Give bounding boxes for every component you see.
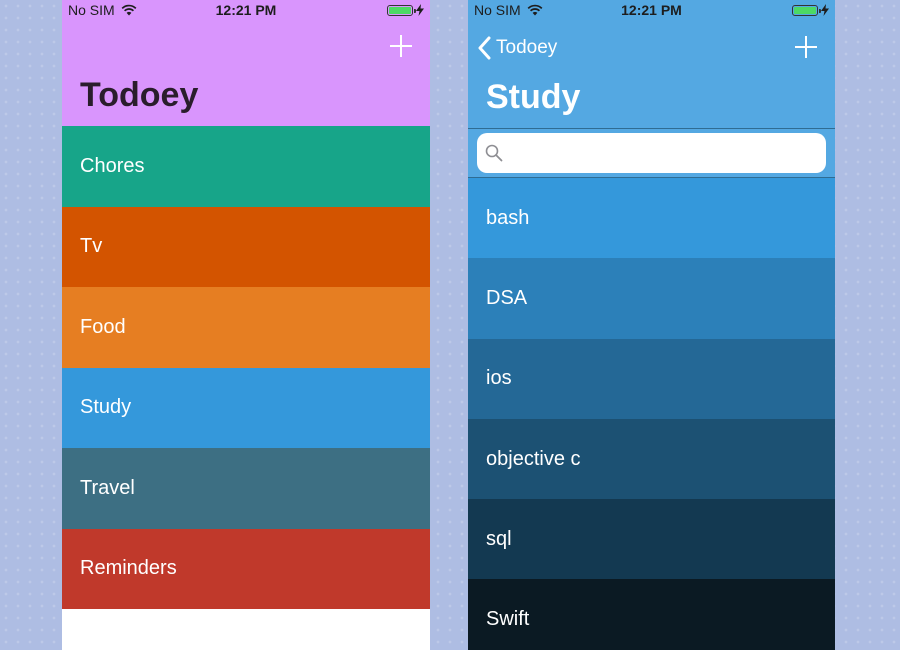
search-field[interactable] bbox=[477, 133, 826, 173]
item-label: Swift bbox=[486, 608, 530, 631]
items-screen: No SIM 12:21 PM Todoey Study bash DSA io… bbox=[468, 0, 835, 650]
battery-icon bbox=[387, 4, 416, 16]
item-row[interactable]: Swift bbox=[468, 579, 835, 650]
item-label: DSA bbox=[486, 286, 528, 309]
page-title: Study bbox=[486, 78, 581, 116]
status-time: 12:21 PM bbox=[621, 2, 682, 18]
status-bar: No SIM 12:21 PM bbox=[62, 0, 430, 22]
category-row[interactable]: Travel bbox=[62, 448, 430, 529]
item-row[interactable]: sql bbox=[468, 499, 835, 580]
category-list: Chores Tv Food Study Travel Reminders bbox=[62, 126, 430, 609]
charging-bolt-icon bbox=[416, 4, 424, 16]
item-row[interactable]: objective c bbox=[468, 418, 835, 500]
item-row[interactable]: bash bbox=[468, 178, 835, 259]
page-title: Todoey bbox=[80, 76, 199, 114]
chevron-left-icon bbox=[478, 36, 491, 60]
category-label: Travel bbox=[80, 476, 135, 499]
status-bar: No SIM 12:21 PM bbox=[468, 0, 835, 22]
category-row[interactable]: Reminders bbox=[62, 528, 430, 609]
item-list: bash DSA ios objective c sql Swift bbox=[468, 178, 835, 650]
status-time: 12:21 PM bbox=[215, 2, 277, 18]
add-category-button[interactable] bbox=[389, 34, 413, 58]
battery-indicator bbox=[387, 4, 424, 16]
category-label: Chores bbox=[80, 154, 145, 177]
category-label: Study bbox=[80, 396, 132, 419]
category-row[interactable]: Chores bbox=[62, 126, 430, 207]
charging-bolt-icon bbox=[821, 4, 829, 16]
back-label: Todoey bbox=[496, 37, 558, 58]
item-row[interactable]: DSA bbox=[468, 258, 835, 339]
item-row[interactable]: ios bbox=[468, 338, 835, 419]
navigation-bar: No SIM 12:21 PM Todoey bbox=[468, 0, 835, 128]
search-icon bbox=[485, 144, 503, 162]
navigation-bar: No SIM 12:21 PM Todoey bbox=[62, 0, 430, 126]
add-item-button[interactable] bbox=[794, 35, 818, 59]
back-button[interactable]: Todoey bbox=[478, 36, 557, 60]
search-input[interactable] bbox=[509, 142, 813, 164]
battery-icon bbox=[792, 4, 821, 16]
category-row[interactable]: Study bbox=[62, 367, 430, 448]
category-label: Reminders bbox=[80, 557, 177, 580]
item-label: objective c bbox=[486, 447, 581, 470]
category-label: Tv bbox=[80, 235, 103, 258]
item-label: sql bbox=[486, 527, 512, 550]
category-row[interactable]: Food bbox=[62, 287, 430, 368]
search-bar bbox=[468, 128, 835, 178]
item-label: ios bbox=[486, 367, 512, 390]
battery-indicator bbox=[792, 4, 829, 16]
category-label: Food bbox=[80, 315, 126, 338]
category-row[interactable]: Tv bbox=[62, 206, 430, 287]
categories-screen: No SIM 12:21 PM Todoey Chores Tv Food St… bbox=[62, 0, 430, 650]
item-label: bash bbox=[486, 206, 530, 229]
